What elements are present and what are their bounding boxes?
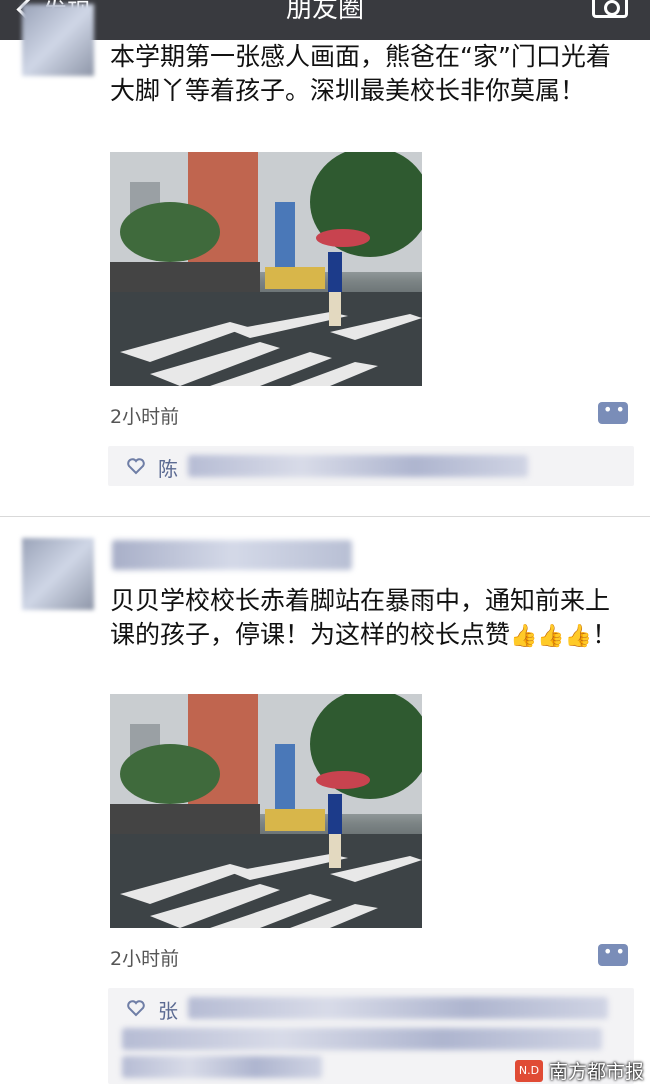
post-time: 2小时前 xyxy=(110,948,180,970)
avatar[interactable] xyxy=(22,4,94,76)
likes-panel: 陈 xyxy=(108,446,634,486)
avatar[interactable] xyxy=(22,538,94,610)
heart-icon xyxy=(127,1000,145,1017)
likes-first-name[interactable]: 陈 xyxy=(158,453,178,482)
likes-names-blurred xyxy=(188,455,528,477)
comment-icon[interactable] xyxy=(598,942,628,966)
author-name-blurred[interactable] xyxy=(112,540,352,570)
likes-names-blurred xyxy=(122,1028,602,1050)
post-divider xyxy=(0,516,650,517)
post-text: 贝贝学校校长赤着脚站在暴雨中，通知前来上课的孩子，停课！为这样的校长点赞👍👍👍！ xyxy=(110,584,620,654)
likes-names-blurred xyxy=(188,997,608,1019)
camera-icon[interactable] xyxy=(592,0,628,18)
likes-first-name[interactable]: 张 xyxy=(158,995,178,1024)
street-scene-image xyxy=(110,152,422,386)
heart-icon xyxy=(127,458,145,475)
comment-icon[interactable] xyxy=(598,400,628,424)
post-text-tail: ！ xyxy=(592,620,618,649)
post-photo[interactable] xyxy=(110,152,422,386)
newspaper-watermark: N.D 南方都市报 xyxy=(514,1057,644,1084)
top-navigation-bar: 发现 朋友圈 xyxy=(0,0,650,40)
page-title: 朋友圈 xyxy=(285,0,364,24)
thumbs-up-emoji: 👍👍👍 xyxy=(510,624,593,649)
post-text: 本学期第一张感人画面，熊爸在“家”门口光着大脚丫等着孩子。深圳最美校长非你莫属！ xyxy=(110,42,611,105)
watermark-text: 南方都市报 xyxy=(548,1061,644,1083)
newspaper-logo: N.D xyxy=(514,1059,543,1082)
post-time: 2小时前 xyxy=(110,406,180,428)
likes-names-blurred xyxy=(122,1056,322,1078)
post-photo[interactable] xyxy=(110,694,422,928)
street-scene-image xyxy=(110,694,422,928)
